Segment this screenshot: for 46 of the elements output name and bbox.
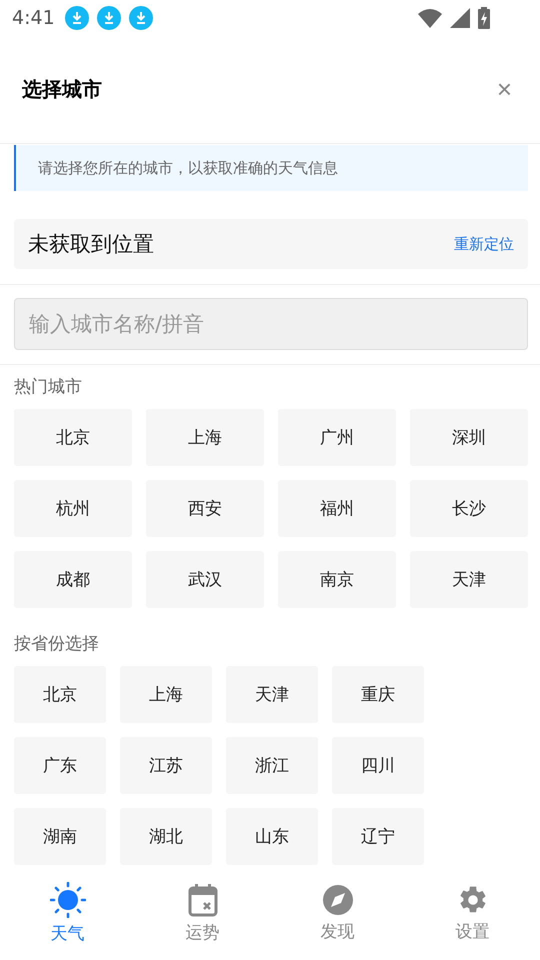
city-button[interactable]: 上海 bbox=[146, 409, 264, 466]
province-button[interactable]: 上海 bbox=[120, 666, 212, 723]
download-icon bbox=[128, 6, 153, 30]
province-button[interactable]: 北京 bbox=[14, 666, 106, 723]
province-button[interactable]: 浙江 bbox=[226, 737, 318, 794]
province-button[interactable]: 广东 bbox=[14, 737, 106, 794]
province-button[interactable]: 湖北 bbox=[120, 808, 212, 865]
city-button[interactable]: 杭州 bbox=[14, 480, 132, 537]
section-title: 热门城市 bbox=[13, 376, 83, 399]
battery-icon bbox=[478, 7, 490, 29]
notice-banner: 请选择您所在的城市，以获取准确的天气信息 bbox=[14, 145, 528, 191]
province-button[interactable]: 湖南 bbox=[14, 808, 106, 865]
sun-icon bbox=[50, 882, 86, 918]
city-button[interactable]: 天津 bbox=[410, 551, 528, 608]
city-button[interactable]: 武汉 bbox=[146, 551, 264, 608]
city-button[interactable]: 广州 bbox=[278, 409, 396, 466]
dialog-title: 选择城市 bbox=[22, 76, 102, 103]
city-button[interactable]: 成都 bbox=[14, 551, 132, 608]
section-title: 按省份选择 bbox=[13, 633, 100, 656]
province-button[interactable]: 江苏 bbox=[120, 737, 212, 794]
nav-tab[interactable]: 天气 bbox=[0, 880, 135, 946]
city-button[interactable]: 南京 bbox=[278, 551, 396, 608]
city-button[interactable]: 北京 bbox=[14, 409, 132, 466]
province-button[interactable]: 山东 bbox=[226, 808, 318, 865]
province-button[interactable]: 重庆 bbox=[332, 666, 424, 723]
signal-icon bbox=[450, 8, 470, 28]
wifi-icon bbox=[418, 8, 442, 28]
province-button[interactable]: 辽宁 bbox=[332, 808, 424, 865]
status-time: 4:41 bbox=[12, 7, 55, 29]
relocate-link[interactable]: 重新定位 bbox=[454, 234, 514, 254]
calendar-icon bbox=[186, 882, 218, 916]
nav-tab[interactable]: 运势 bbox=[135, 882, 270, 944]
location-status: 未获取到位置 bbox=[28, 231, 154, 258]
close-button[interactable]: × bbox=[490, 74, 518, 105]
download-icon bbox=[64, 6, 89, 30]
download-icon bbox=[96, 6, 121, 30]
province-button[interactable]: 四川 bbox=[332, 737, 424, 794]
city-button[interactable]: 福州 bbox=[278, 480, 396, 537]
province-button[interactable]: 天津 bbox=[226, 666, 318, 723]
city-button[interactable]: 长沙 bbox=[410, 480, 528, 537]
nav-tab[interactable]: 发现 bbox=[270, 882, 405, 944]
compass-icon bbox=[322, 884, 354, 916]
nav-tab[interactable]: 设置 bbox=[405, 882, 540, 944]
city-button[interactable]: 西安 bbox=[146, 480, 264, 537]
city-button[interactable]: 深圳 bbox=[410, 409, 528, 466]
search-field[interactable]: 输入城市名称/拼音 bbox=[14, 298, 528, 350]
